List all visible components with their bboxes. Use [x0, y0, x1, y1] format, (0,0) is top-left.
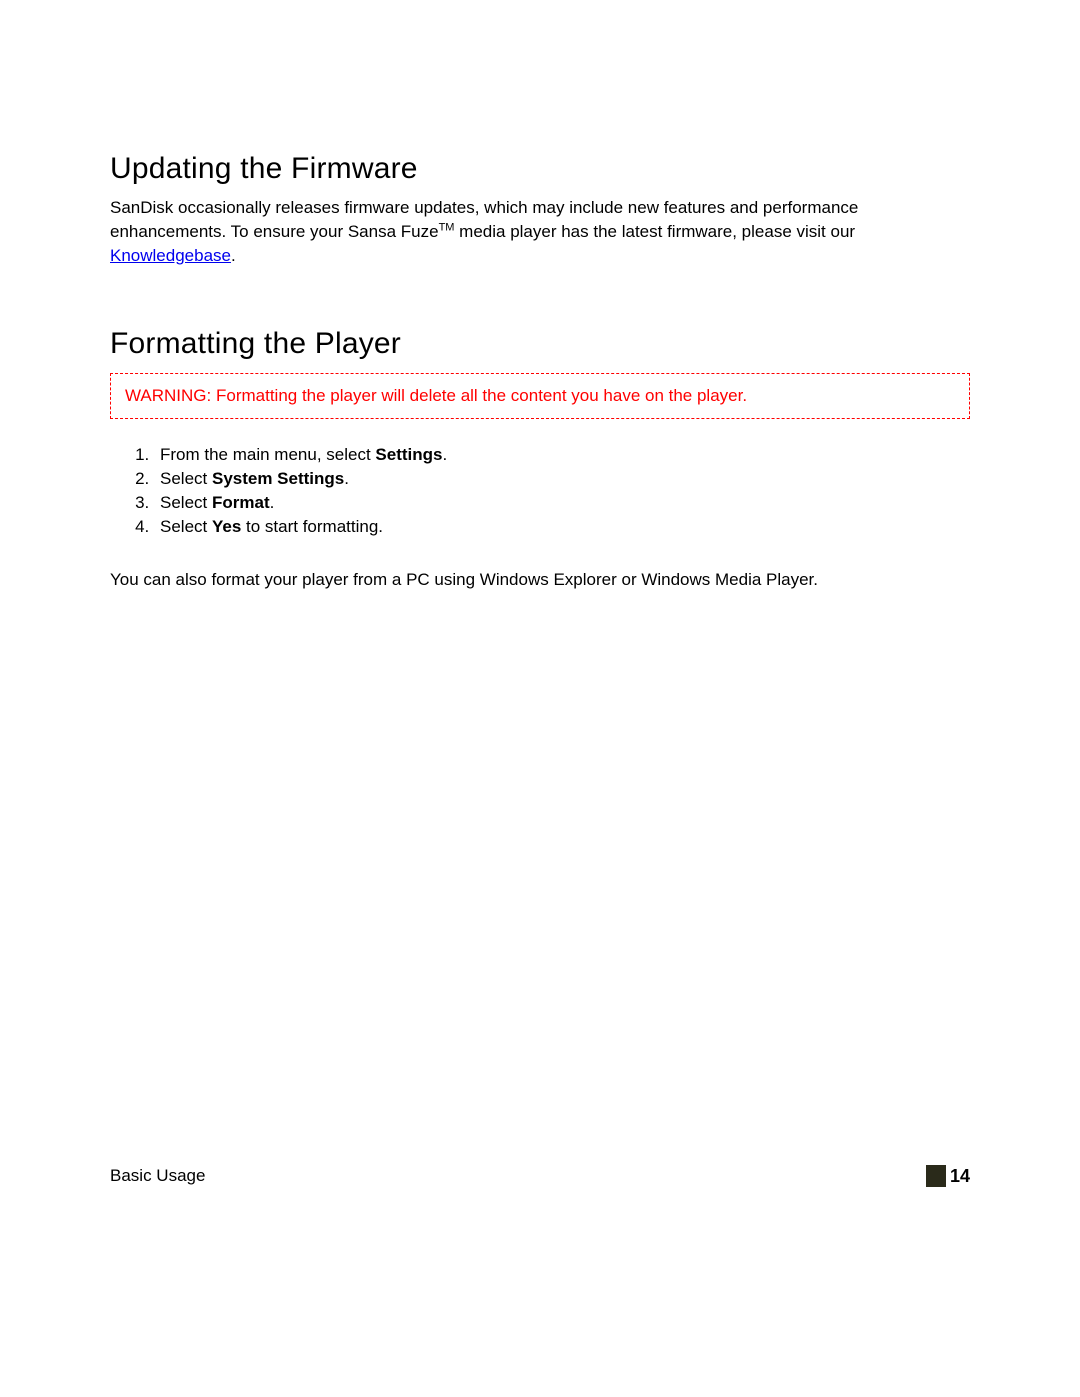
- footer-page-number: 14: [950, 1166, 970, 1187]
- warning-box: WARNING: Formatting the player will dele…: [110, 373, 970, 419]
- step-text-post: .: [344, 469, 349, 488]
- page-content: Updating the Firmware SanDisk occasional…: [0, 0, 1080, 592]
- step-text-pre: From the main menu, select: [160, 445, 375, 464]
- para-firmware: SanDisk occasionally releases firmware u…: [110, 196, 970, 267]
- step-text-post: .: [270, 493, 275, 512]
- footer-icon: [926, 1165, 946, 1187]
- step-text-post: .: [442, 445, 447, 464]
- para-text-post: .: [231, 246, 236, 265]
- warning-text: WARNING: Formatting the player will dele…: [125, 386, 747, 405]
- list-item: Select Format.: [154, 491, 970, 515]
- section-updating-firmware: Updating the Firmware SanDisk occasional…: [110, 152, 970, 267]
- step-text-pre: Select: [160, 517, 212, 536]
- list-item: From the main menu, select Settings.: [154, 443, 970, 467]
- knowledgebase-link[interactable]: Knowledgebase: [110, 246, 231, 265]
- para-text-mid: media player has the latest firmware, pl…: [454, 222, 855, 241]
- trademark-symbol: TM: [439, 221, 455, 233]
- para-format-note: You can also format your player from a P…: [110, 568, 970, 592]
- step-text-pre: Select: [160, 493, 212, 512]
- list-item: Select Yes to start formatting.: [154, 515, 970, 539]
- heading-updating-firmware: Updating the Firmware: [110, 152, 970, 186]
- page-footer: Basic Usage 14: [110, 1165, 970, 1187]
- step-text-post: to start formatting.: [241, 517, 383, 536]
- step-text-bold: System Settings: [212, 469, 344, 488]
- list-item: Select System Settings.: [154, 467, 970, 491]
- section-formatting-player: Formatting the Player WARNING: Formattin…: [110, 327, 970, 592]
- step-text-bold: Format: [212, 493, 270, 512]
- step-text-pre: Select: [160, 469, 212, 488]
- heading-formatting-player: Formatting the Player: [110, 327, 970, 361]
- format-steps-list: From the main menu, select Settings. Sel…: [154, 443, 970, 538]
- footer-section-name: Basic Usage: [110, 1166, 205, 1186]
- footer-right: 14: [926, 1165, 970, 1187]
- step-text-bold: Settings: [375, 445, 442, 464]
- step-text-bold: Yes: [212, 517, 241, 536]
